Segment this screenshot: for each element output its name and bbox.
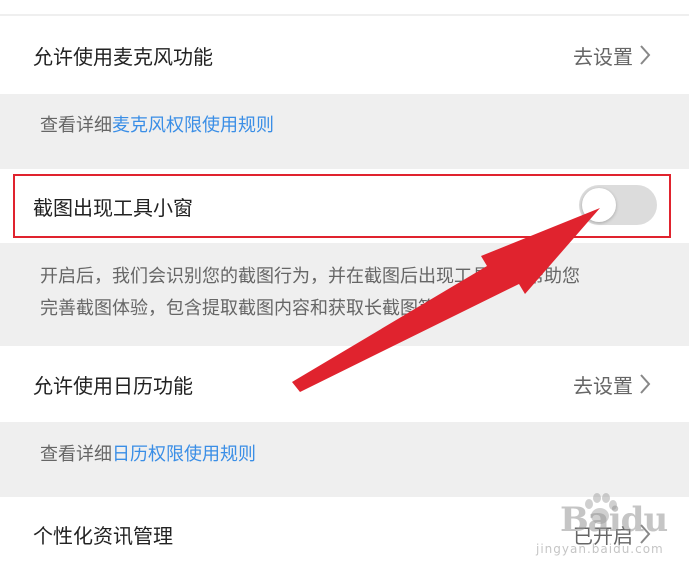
chevron-right-icon (640, 45, 651, 65)
calendar-note: 查看详细日历权限使用规则 (40, 439, 256, 471)
screenshot-tool-note: 开启后，我们会识别您的截图行为，并在截图后出现工具小窗帮助您 完善截图体验，包含… (40, 261, 580, 325)
calendar-setting-row[interactable]: 允许使用日历功能 去设置 (0, 346, 689, 422)
calendar-action-text: 去设置 (573, 373, 633, 398)
microphone-label: 允许使用麦克风功能 (33, 44, 213, 69)
chevron-right-icon (640, 374, 651, 394)
calendar-rules-link[interactable]: 日历权限使用规则 (112, 444, 256, 465)
personalized-news-label: 个性化资讯管理 (33, 523, 173, 548)
top-row-edge (0, 0, 689, 14)
calendar-settings-link[interactable]: 去设置 (573, 370, 651, 399)
screenshot-note-line2: 完善截图体验，包含提取截图内容和获取长截图等 (40, 298, 436, 319)
highlight-box (13, 174, 671, 238)
screenshot-note-line1: 开启后，我们会识别您的截图行为，并在截图后出现工具小窗帮助您 (40, 266, 580, 287)
microphone-setting-row[interactable]: 允许使用麦克风功能 去设置 (0, 16, 689, 94)
microphone-settings-link[interactable]: 去设置 (573, 41, 651, 70)
microphone-action-text: 去设置 (573, 44, 633, 69)
watermark-text: Baidu (560, 500, 668, 540)
baidu-watermark: Baidu jingyan.baidu.com (532, 490, 682, 568)
watermark-subtext: jingyan.baidu.com (536, 542, 664, 556)
microphone-note-prefix: 查看详细 (40, 115, 112, 136)
microphone-rules-link[interactable]: 麦克风权限使用规则 (112, 115, 274, 136)
calendar-label: 允许使用日历功能 (33, 373, 193, 398)
microphone-note: 查看详细麦克风权限使用规则 (40, 110, 274, 142)
calendar-note-prefix: 查看详细 (40, 444, 112, 465)
